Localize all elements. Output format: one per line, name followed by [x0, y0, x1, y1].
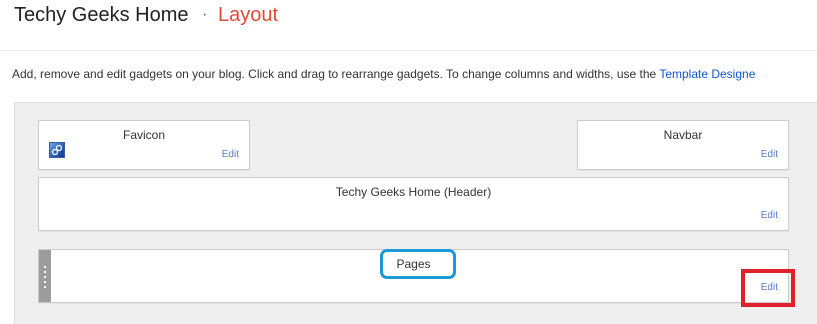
gadget-navbar[interactable]: Navbar Edit — [577, 120, 789, 170]
page-header: Techy Geeks Home · Layout — [0, 0, 817, 51]
favicon-image-icon — [49, 142, 65, 158]
gadget-header-edit-link[interactable]: Edit — [761, 210, 778, 221]
gadget-header-title: Techy Geeks Home (Header) — [335, 185, 492, 199]
gadget-favicon[interactable]: Favicon Edit — [38, 120, 250, 170]
pages-edit-highlight — [741, 269, 795, 307]
template-designer-link[interactable]: Template Designe — [659, 67, 755, 81]
gadget-navbar-title: Navbar — [663, 128, 703, 142]
title-separator: · — [202, 6, 208, 23]
layout-description: Add, remove and edit gadgets on your blo… — [12, 67, 755, 81]
page-title: Layout — [218, 4, 279, 26]
pages-title-highlight — [380, 249, 456, 279]
description-text: Add, remove and edit gadgets on your blo… — [12, 67, 660, 81]
gadget-favicon-edit-link[interactable]: Edit — [222, 149, 239, 160]
gadget-favicon-title: Favicon — [122, 128, 166, 142]
blog-title[interactable]: Techy Geeks Home — [14, 4, 189, 27]
gadget-header[interactable]: Techy Geeks Home (Header) Edit — [38, 177, 789, 231]
gadget-navbar-edit-link[interactable]: Edit — [761, 149, 778, 160]
